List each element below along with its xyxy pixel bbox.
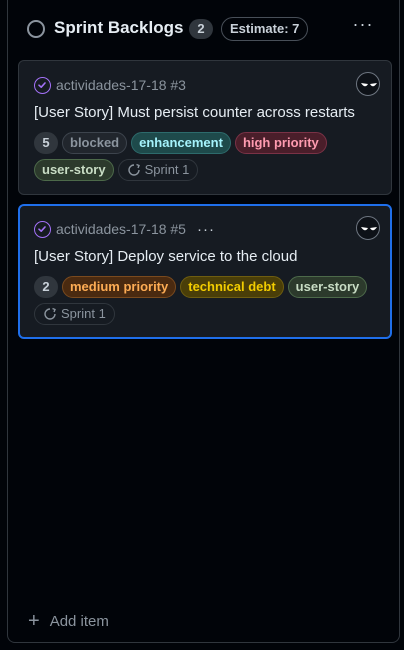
estimate-pill: 5: [34, 132, 58, 154]
column-header: Sprint Backlogs 2 Estimate: 7 ···: [8, 0, 399, 58]
card-menu-button[interactable]: ···: [197, 221, 215, 238]
card-title[interactable]: [User Story] Deploy service to the cloud: [34, 248, 297, 265]
card-repo-row: actividades-17-18 #5 ···: [34, 220, 215, 238]
item-count-badge: 2: [189, 19, 213, 39]
avatar-icon: [361, 227, 377, 231]
label-technical-debt[interactable]: technical debt: [180, 276, 284, 298]
avatar[interactable]: [356, 216, 380, 240]
label-blocked[interactable]: blocked: [62, 132, 128, 154]
issue-card-selected[interactable]: actividades-17-18 #5 ··· [User Story] De…: [18, 204, 392, 339]
card-repo-label[interactable]: actividades-17-18 #3: [56, 77, 186, 93]
card-title[interactable]: [User Story] Must persist counter across…: [34, 104, 355, 121]
issue-check-icon: [34, 220, 51, 238]
label-enhancement[interactable]: enhancement: [131, 132, 231, 154]
card-repo-row: actividades-17-18 #3: [34, 76, 186, 94]
card-repo-label[interactable]: actividades-17-18 #5: [56, 221, 186, 237]
issue-card[interactable]: actividades-17-18 #3 [User Story] Must p…: [18, 60, 392, 195]
label-high-priority[interactable]: high priority: [234, 132, 327, 154]
sprint-backlogs-column: Sprint Backlogs 2 Estimate: 7 ··· activi…: [7, 0, 400, 643]
label-user-story[interactable]: user-story: [287, 276, 368, 298]
add-item-button[interactable]: + Add item: [28, 610, 109, 632]
iteration-icon: [127, 163, 140, 176]
iteration-pill[interactable]: Sprint 1: [34, 303, 115, 325]
label-medium-priority[interactable]: medium priority: [62, 276, 177, 298]
estimate-pill: 2: [34, 276, 58, 298]
column-menu-button[interactable]: ···: [348, 14, 378, 38]
add-item-label: Add item: [49, 612, 109, 630]
avatar[interactable]: [356, 72, 380, 96]
label-user-story[interactable]: user-story: [34, 159, 114, 181]
issue-check-icon: [34, 76, 51, 94]
card-labels: 5 blocked enhancement high priority user…: [34, 132, 379, 181]
iteration-icon: [44, 307, 56, 320]
estimate-badge: Estimate: 7: [221, 17, 309, 41]
plus-icon: +: [28, 610, 40, 632]
card-labels: 2 medium priority technical debt user-st…: [34, 276, 379, 325]
column-title: Sprint Backlogs: [54, 18, 184, 37]
avatar-icon: [361, 83, 377, 87]
iteration-label: Sprint 1: [61, 306, 106, 321]
circle-outline-icon: [27, 20, 45, 38]
iteration-pill[interactable]: Sprint 1: [117, 159, 199, 181]
iteration-label: Sprint 1: [144, 162, 190, 177]
